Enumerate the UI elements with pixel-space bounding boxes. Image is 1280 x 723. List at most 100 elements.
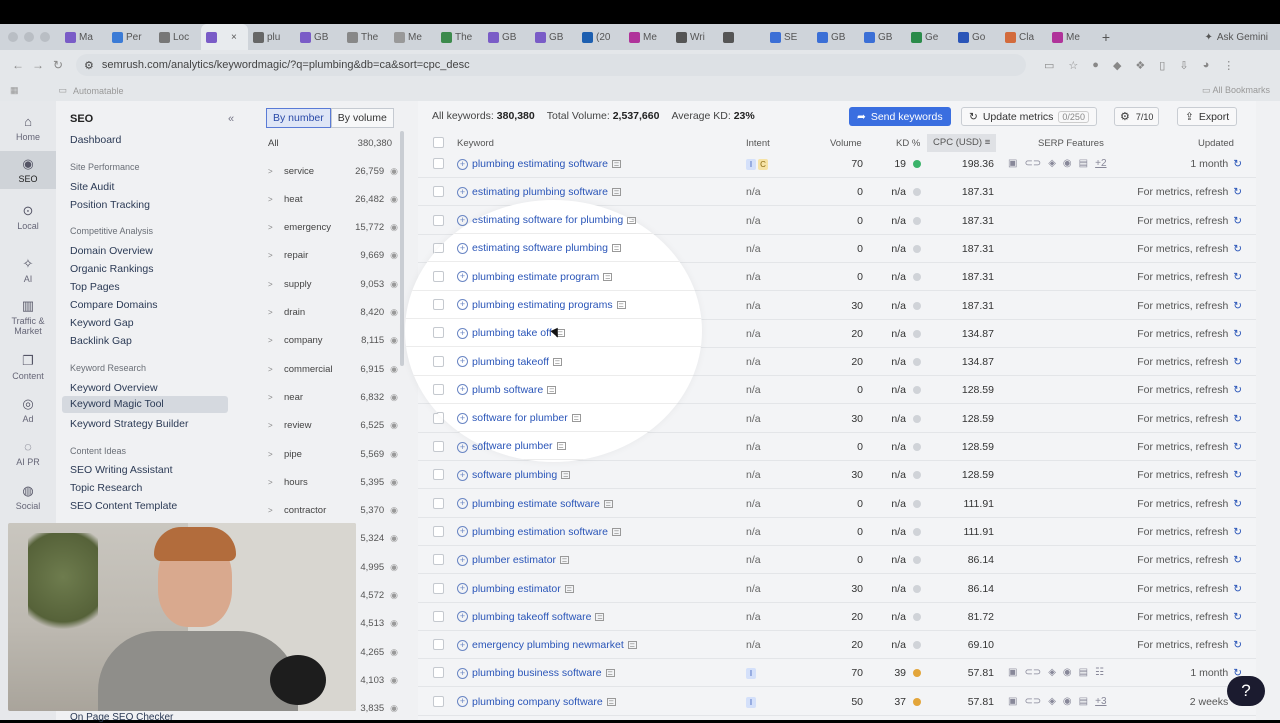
menu-dashboard[interactable]: Dashboard — [70, 134, 121, 146]
browser-tab[interactable]: Me — [1047, 24, 1094, 50]
keyword-group-item[interactable]: > supply 9,053 ◉ — [268, 274, 398, 294]
keyword-link[interactable]: +plumbing takeoff= — [457, 356, 562, 368]
refresh-icon[interactable]: ↻ — [1230, 413, 1242, 425]
menu-keyword-gap[interactable]: Keyword Gap — [70, 317, 134, 329]
menu-on-page-seo-checker[interactable]: On Page SEO Checker — [70, 712, 173, 723]
keyword-group-item[interactable]: > heat 26,482 ◉ — [268, 189, 398, 209]
keyword-group-item[interactable]: > emergency 15,772 ◉ — [268, 218, 398, 238]
browser-tab[interactable]: (20 — [577, 24, 624, 50]
rail-item-traffic-market[interactable]: ▥ Traffic & Market — [0, 293, 56, 337]
serp-snapshot-icon[interactable]: = — [564, 584, 574, 593]
eye-icon[interactable]: ◉ — [390, 364, 398, 375]
chevron-right-icon[interactable]: > — [268, 280, 284, 289]
eye-icon[interactable]: ◉ — [390, 194, 398, 205]
chevron-right-icon[interactable]: > — [268, 393, 284, 402]
add-keyword-icon[interactable]: + — [457, 667, 468, 679]
row-checkbox[interactable] — [433, 186, 444, 198]
by-number-button[interactable]: By number — [266, 108, 331, 128]
table-row[interactable]: + plumbing estimation software = n/a 0 n/a 111… — [418, 518, 1256, 546]
keyword-link[interactable]: + plumbing company software = — [457, 696, 616, 708]
keyword-link[interactable]: + software plumbing = — [457, 469, 571, 481]
add-keyword-icon[interactable]: + — [457, 242, 468, 254]
serp-snapshot-icon[interactable]: = — [611, 527, 621, 536]
chevron-right-icon[interactable]: > — [268, 478, 284, 487]
browser-tab[interactable]: Go — [953, 24, 1000, 50]
row-checkbox[interactable] — [433, 383, 444, 395]
browser-tab[interactable]: GB — [812, 24, 859, 50]
eye-icon[interactable]: ◉ — [390, 675, 398, 686]
rail-item-ai-pr[interactable]: ◌ AI PR — [0, 434, 56, 470]
keyword-link[interactable]: + plumber estimator = — [457, 554, 570, 566]
chevron-right-icon[interactable]: > — [268, 167, 284, 176]
row-checkbox[interactable] — [433, 440, 444, 452]
keyword-group-item[interactable]: > commercial 6,915 ◉ — [268, 359, 398, 379]
keyword-group-item[interactable]: > repair 9,669 ◉ — [268, 246, 398, 266]
add-keyword-icon[interactable]: + — [457, 356, 468, 367]
add-keyword-icon[interactable]: + — [457, 299, 468, 311]
keyword-link[interactable]: +estimating software plumbing= — [457, 242, 621, 254]
ask-gemini-button[interactable]: ✦ Ask Gemini — [1204, 32, 1268, 43]
extension-icon[interactable]: ● — [1092, 59, 1099, 72]
reload-icon[interactable]: ↻ — [48, 58, 68, 72]
refresh-icon[interactable]: ↻ — [1230, 215, 1242, 227]
refresh-icon[interactable]: ↻ — [1230, 328, 1242, 340]
chevron-right-icon[interactable]: > — [268, 308, 284, 317]
browser-tab[interactable]: Loc — [154, 24, 201, 50]
menu-position-tracking[interactable]: Position Tracking — [70, 199, 150, 211]
row-checkbox[interactable] — [433, 412, 444, 424]
eye-icon[interactable]: ◉ — [390, 420, 398, 431]
keyword-group-item[interactable]: > service 26,759 ◉ — [268, 161, 398, 181]
serp-snapshot-icon[interactable]: = — [595, 612, 605, 621]
keyword-group-item[interactable]: > pipe 5,569 ◉ — [268, 444, 398, 464]
eye-icon[interactable]: ◉ — [390, 647, 398, 658]
keyword-link[interactable]: + plumbing takeoff software = — [457, 611, 605, 623]
keyword-link[interactable]: +software plumber= — [457, 440, 566, 452]
table-row[interactable]: + plumbing estimating software = I C 70 19 198.… — [418, 150, 1256, 178]
eye-icon[interactable]: ◉ — [390, 562, 398, 573]
table-row[interactable]: + emergency plumbing newmarket = n/a 20 n/a 69… — [418, 631, 1256, 660]
add-keyword-icon[interactable]: + — [457, 158, 468, 170]
browser-tab[interactable]: Ge — [906, 24, 953, 50]
all-bookmarks-button[interactable]: ▭ All Bookmarks — [1202, 85, 1270, 96]
menu-site-audit[interactable]: Site Audit — [70, 181, 114, 193]
row-checkbox[interactable] — [433, 214, 444, 225]
browser-tab[interactable]: The — [436, 24, 483, 50]
group-all[interactable]: All 380,380 — [268, 133, 398, 153]
row-checkbox[interactable] — [433, 695, 444, 707]
header-volume[interactable]: Volume — [830, 138, 862, 149]
download-icon[interactable]: ⇩ — [1179, 59, 1188, 72]
update-metrics-button[interactable]: ↻ Update metrics 0/250 — [961, 107, 1097, 126]
table-row[interactable]: + plumbing company software = I 50 37 57.81 ▣ ⊂⊃… — [418, 688, 1256, 716]
refresh-icon[interactable]: ↻ — [1230, 271, 1242, 283]
eye-icon[interactable]: ◉ — [390, 166, 398, 177]
chevron-right-icon[interactable]: > — [268, 336, 284, 345]
help-button[interactable]: ? — [1227, 676, 1265, 706]
eye-icon[interactable]: ◉ — [390, 250, 398, 261]
by-volume-button[interactable]: By volume — [330, 108, 394, 128]
profile-icon[interactable]: ◕ — [1203, 59, 1210, 72]
browser-tab[interactable] — [718, 24, 765, 50]
table-row[interactable]: + plumber estimator = n/a 0 n/a 86.14 For metri… — [418, 546, 1256, 575]
table-row[interactable]: + software plumbing = n/a 30 n/a 128.59 For met… — [418, 461, 1256, 490]
add-keyword-icon[interactable]: + — [457, 412, 468, 424]
row-checkbox[interactable] — [433, 158, 444, 169]
refresh-icon[interactable]: ↻ — [1230, 583, 1242, 595]
menu-backlink-gap[interactable]: Backlink Gap — [70, 335, 132, 347]
puzzle-icon[interactable]: ❖ — [1135, 59, 1145, 72]
eye-icon[interactable]: ◉ — [390, 505, 398, 516]
menu-topic-research[interactable]: Topic Research — [70, 482, 142, 494]
rail-item-seo[interactable]: ◉ SEO — [0, 151, 56, 189]
browser-tab[interactable]: GB — [483, 24, 530, 50]
browser-tab[interactable]: plu — [248, 24, 295, 50]
serp-snapshot-icon[interactable]: = — [611, 188, 621, 197]
eye-icon[interactable]: ◉ — [390, 449, 398, 460]
refresh-icon[interactable]: ↻ — [1230, 158, 1242, 170]
sidebar-icon[interactable]: ▯ — [1159, 59, 1165, 72]
eye-icon[interactable]: ◉ — [390, 335, 398, 346]
back-icon[interactable]: ← — [8, 58, 28, 72]
column-settings-button[interactable]: ⚙ 7/10 — [1114, 107, 1160, 126]
header-kd[interactable]: KD % — [896, 138, 920, 149]
refresh-icon[interactable]: ↻ — [1230, 300, 1242, 312]
keyword-group-item[interactable]: > contractor 5,370 ◉ — [268, 501, 398, 521]
eye-icon[interactable]: ◉ — [390, 703, 398, 714]
